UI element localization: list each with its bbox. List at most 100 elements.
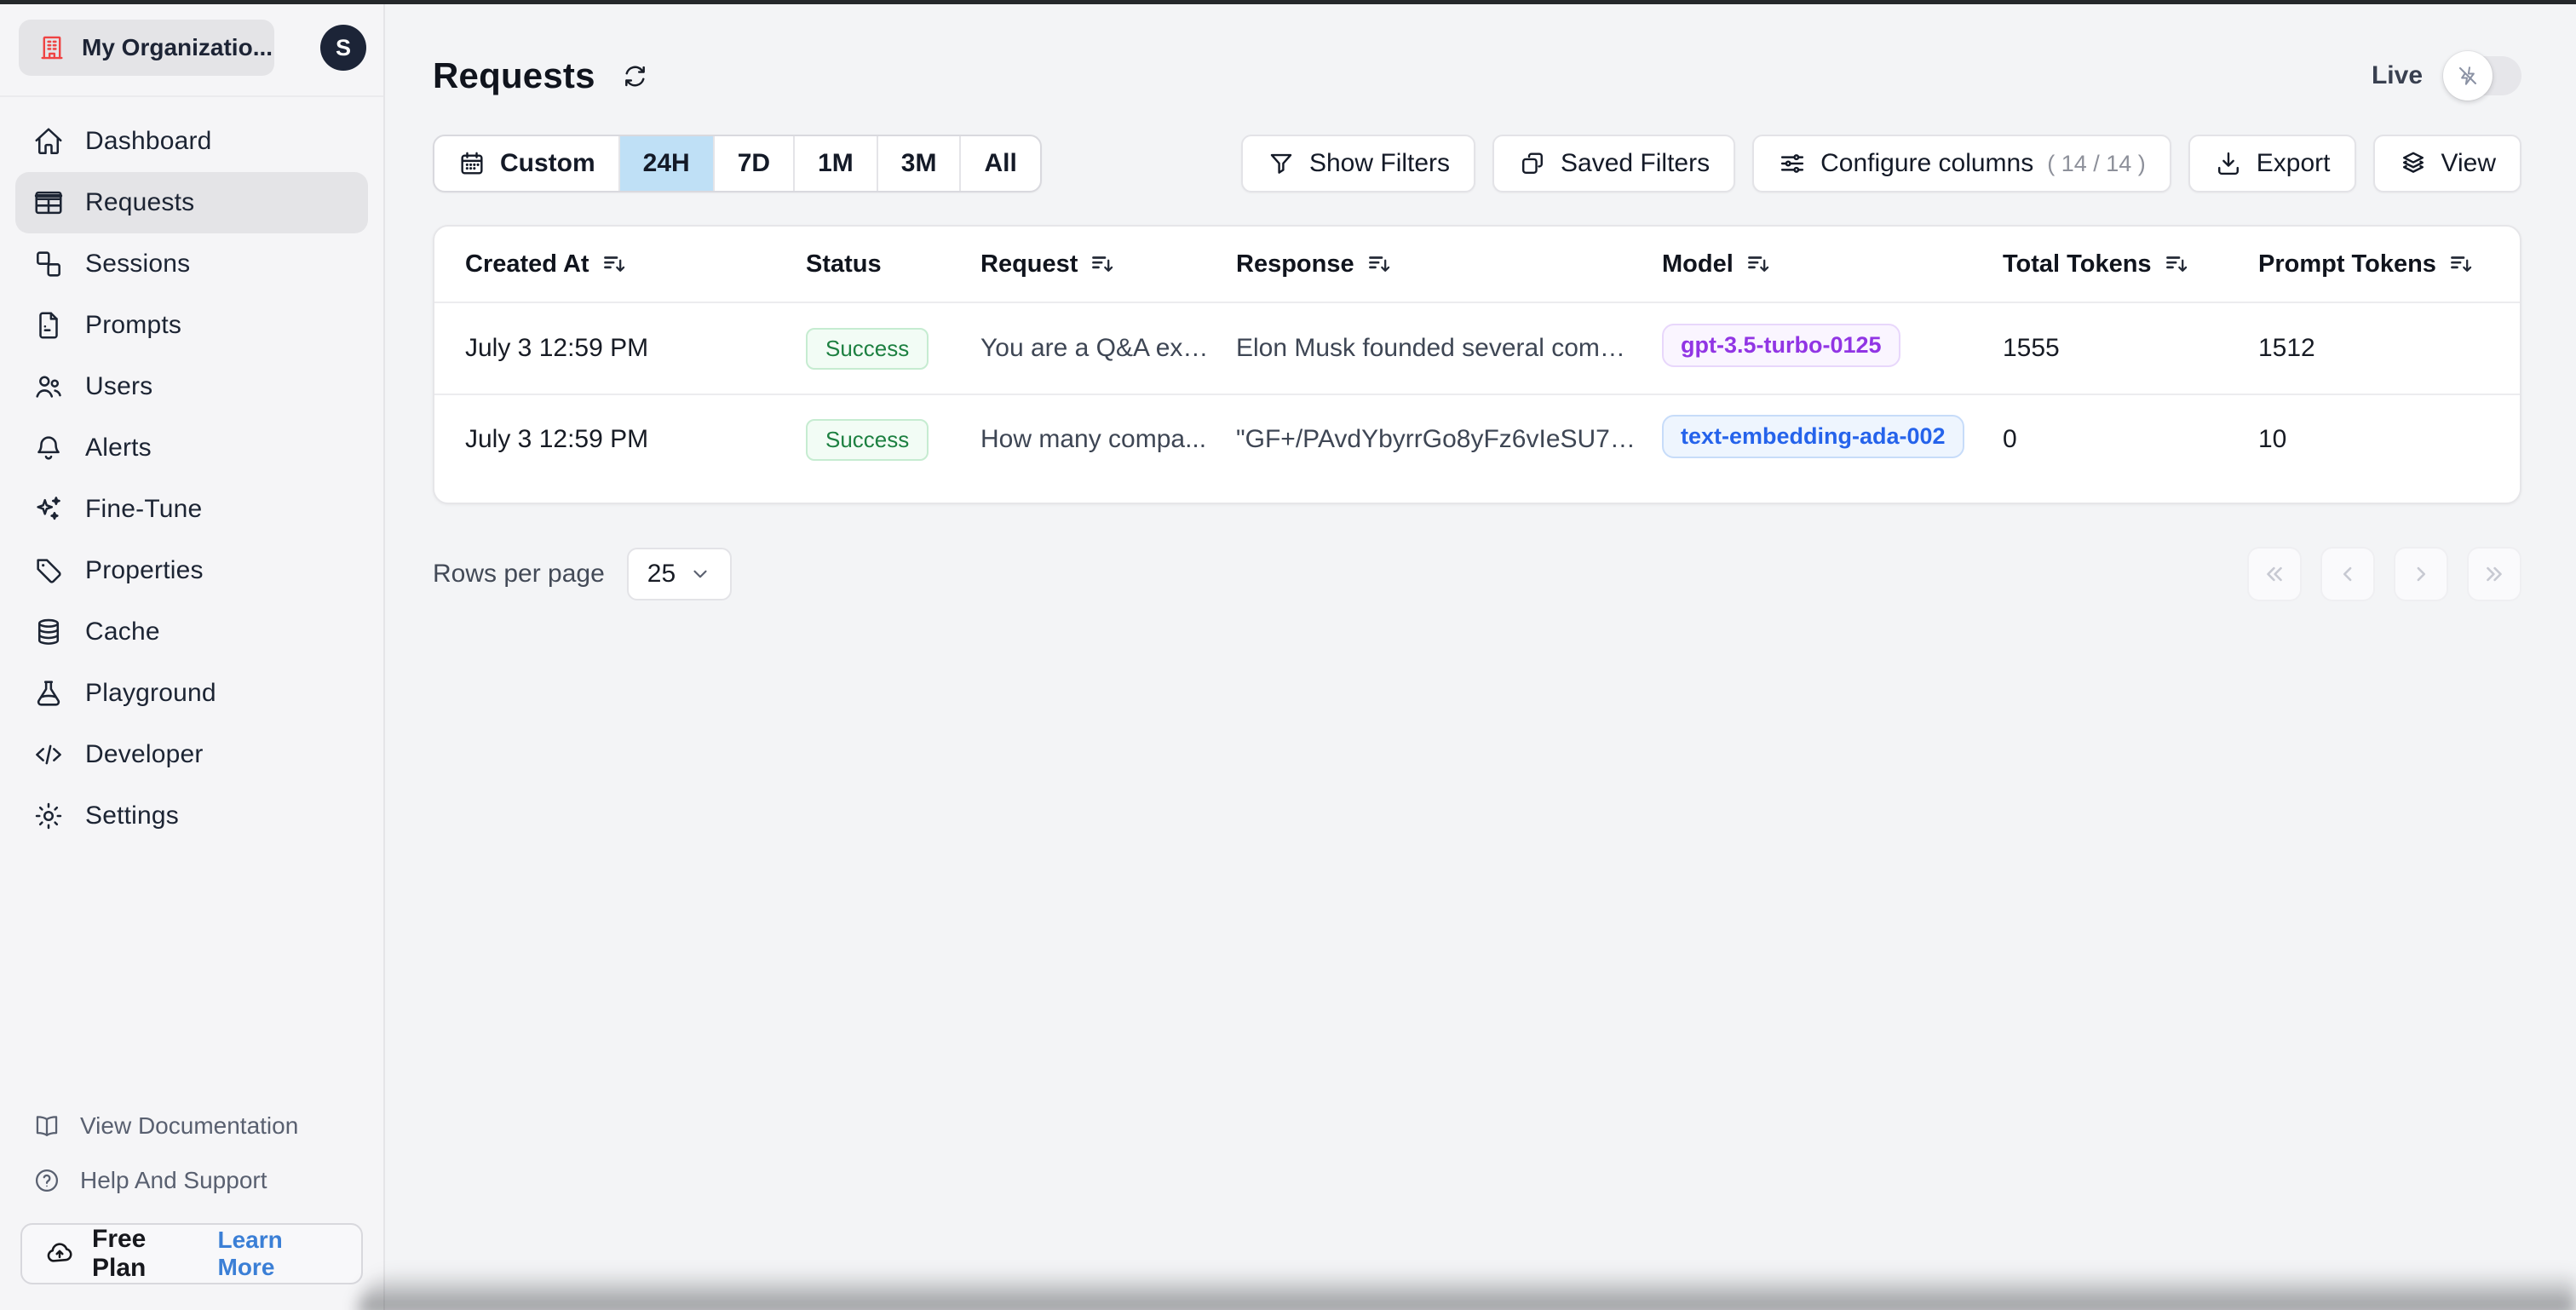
- time-range-all[interactable]: All: [961, 136, 1039, 191]
- table-row[interactable]: July 3 12:59 PM Success You are a Q&A ex…: [434, 303, 2520, 394]
- column-header-status[interactable]: Status: [806, 250, 980, 279]
- database-icon: [32, 616, 65, 648]
- sidebar-item-label: Cache: [85, 618, 160, 646]
- document-icon: [32, 309, 65, 342]
- last-page-button[interactable]: [2467, 547, 2521, 601]
- rows-per-page-select[interactable]: 25: [626, 548, 733, 600]
- table-header-row: Created At Status Request Response Model: [434, 227, 2520, 303]
- view-button[interactable]: View: [2372, 135, 2521, 192]
- view-documentation-label: View Documentation: [80, 1112, 299, 1139]
- live-toggle[interactable]: [2443, 51, 2521, 101]
- sidebar-item-settings[interactable]: Settings: [15, 785, 368, 847]
- page-title: Requests: [433, 55, 595, 95]
- plan-banner[interactable]: Free Plan Learn More: [20, 1223, 363, 1284]
- help-and-support-link[interactable]: Help And Support: [15, 1153, 368, 1208]
- sort-icon[interactable]: [1366, 251, 1392, 277]
- column-label: Status: [806, 250, 882, 278]
- button-label: Show Filters: [1308, 149, 1451, 177]
- copy-icon: [1518, 149, 1547, 178]
- time-range-7d[interactable]: 7D: [715, 136, 796, 191]
- sort-icon[interactable]: [2164, 251, 2189, 277]
- sort-icon[interactable]: [2448, 251, 2474, 277]
- sidebar-item-requests[interactable]: Requests: [15, 172, 368, 233]
- sidebar: My Organizatio... S Dashboard Requests S…: [0, 0, 385, 1310]
- sidebar-item-label: Sessions: [85, 250, 191, 278]
- toolbar: Custom 24H 7D 1M 3M All Show Filters Sav…: [433, 135, 2521, 192]
- live-label: Live: [2371, 61, 2423, 89]
- time-range-custom[interactable]: Custom: [434, 136, 620, 191]
- sidebar-item-playground[interactable]: Playground: [15, 663, 368, 724]
- button-label: Saved Filters: [1561, 149, 1711, 177]
- cloud-up-icon: [44, 1238, 75, 1269]
- sidebar-item-properties[interactable]: Properties: [15, 540, 368, 601]
- sidebar-item-label: Settings: [85, 802, 179, 830]
- cell-status: Success: [806, 418, 980, 461]
- building-icon: [37, 33, 66, 62]
- sidebar-item-label: Dashboard: [85, 127, 212, 155]
- org-switcher[interactable]: My Organizatio...: [19, 20, 274, 76]
- sidebar-item-sessions[interactable]: Sessions: [15, 233, 368, 295]
- export-button[interactable]: Export: [2188, 135, 2356, 192]
- sidebar-item-label: Requests: [85, 188, 195, 216]
- sparkles-icon: [32, 493, 65, 526]
- requests-table: Created At Status Request Response Model: [433, 225, 2521, 504]
- rows-per-page-value: 25: [647, 560, 676, 588]
- time-range-group: Custom 24H 7D 1M 3M All: [433, 135, 1042, 192]
- view-documentation-link[interactable]: View Documentation: [15, 1099, 368, 1153]
- columns-count: ( 14 / 14 ): [2047, 150, 2146, 176]
- cell-model: text-embedding-ada-002: [1662, 414, 2003, 465]
- time-range-label: 1M: [818, 149, 854, 177]
- column-header-model[interactable]: Model: [1662, 250, 2003, 279]
- download-icon: [2214, 149, 2243, 178]
- sidebar-item-fine-tune[interactable]: Fine-Tune: [15, 479, 368, 540]
- cell-status: Success: [806, 327, 980, 370]
- column-header-prompt-tokens[interactable]: Prompt Tokens: [2258, 250, 2489, 279]
- column-header-request[interactable]: Request: [980, 250, 1236, 279]
- status-badge: Success: [806, 327, 929, 370]
- first-page-button[interactable]: [2247, 547, 2302, 601]
- sidebar-item-label: Playground: [85, 679, 216, 707]
- column-label: Prompt Tokens: [2258, 250, 2436, 278]
- users-icon: [32, 371, 65, 403]
- time-range-3m[interactable]: 3M: [878, 136, 962, 191]
- model-badge: text-embedding-ada-002: [1662, 414, 1964, 458]
- sidebar-item-dashboard[interactable]: Dashboard: [15, 111, 368, 172]
- saved-filters-button[interactable]: Saved Filters: [1492, 135, 1736, 192]
- sort-icon[interactable]: [1745, 251, 1771, 277]
- table-row[interactable]: July 3 12:59 PM Success How many compa..…: [434, 394, 2520, 484]
- help-icon: [32, 1166, 61, 1195]
- sidebar-item-users[interactable]: Users: [15, 356, 368, 417]
- pagination-bar: Rows per page 25: [433, 547, 2521, 601]
- prev-page-button[interactable]: [2320, 547, 2375, 601]
- sort-icon[interactable]: [601, 251, 627, 277]
- model-badge: gpt-3.5-turbo-0125: [1662, 323, 1900, 367]
- home-icon: [32, 125, 65, 158]
- sidebar-item-prompts[interactable]: Prompts: [15, 295, 368, 356]
- cell-total-tokens: 1555: [2003, 334, 2060, 362]
- refresh-icon[interactable]: [621, 62, 649, 90]
- column-header-created-at[interactable]: Created At: [465, 250, 806, 279]
- next-page-button[interactable]: [2394, 547, 2448, 601]
- sidebar-item-alerts[interactable]: Alerts: [15, 417, 368, 479]
- avatar[interactable]: S: [320, 25, 366, 71]
- sliders-icon: [1778, 149, 1807, 178]
- bolt-slash-icon: [2455, 63, 2481, 89]
- sidebar-nav: Dashboard Requests Sessions Prompts User…: [0, 97, 383, 847]
- configure-columns-button[interactable]: Configure columns ( 14 / 14 ): [1752, 135, 2171, 192]
- cell-total-tokens: 0: [2003, 425, 2017, 453]
- column-header-total-tokens[interactable]: Total Tokens: [2003, 250, 2258, 279]
- sidebar-item-cache[interactable]: Cache: [15, 601, 368, 663]
- tag-icon: [32, 554, 65, 587]
- time-range-1m[interactable]: 1M: [795, 136, 878, 191]
- org-name: My Organizatio...: [82, 34, 273, 60]
- sidebar-item-developer[interactable]: Developer: [15, 724, 368, 785]
- sidebar-item-label: Properties: [85, 556, 204, 584]
- column-header-response[interactable]: Response: [1236, 250, 1662, 279]
- time-range-24h[interactable]: 24H: [619, 136, 715, 191]
- show-filters-button[interactable]: Show Filters: [1240, 135, 1476, 192]
- sort-icon[interactable]: [1090, 251, 1115, 277]
- time-range-label: Custom: [500, 149, 595, 177]
- learn-more-link[interactable]: Learn More: [218, 1227, 340, 1281]
- cell-response: "GF+/PAvdYbyrrGo8yFz6vIeSU7w...: [1236, 425, 1648, 453]
- sidebar-item-label: Alerts: [85, 434, 152, 462]
